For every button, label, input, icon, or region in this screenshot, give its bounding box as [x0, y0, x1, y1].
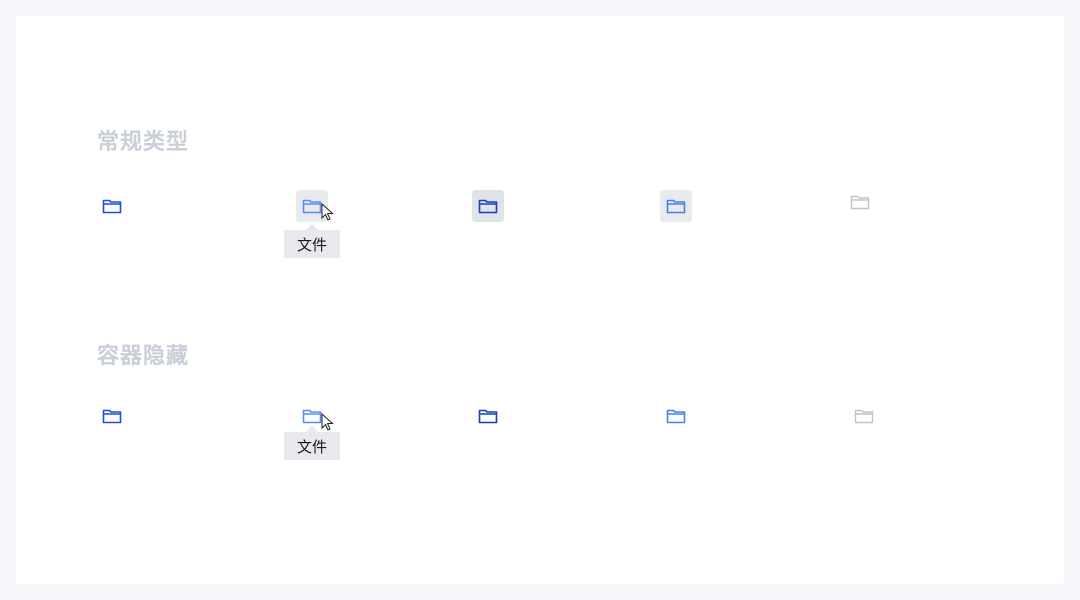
folder-icon-button-default[interactable] — [96, 190, 128, 222]
folder-icon — [478, 199, 498, 214]
folder-icon-button-active-2[interactable] — [472, 400, 504, 432]
folder-icon — [102, 409, 122, 424]
folder-icon — [478, 409, 498, 424]
tooltip-label: 文件 — [296, 235, 327, 254]
tooltip: 文件 — [284, 224, 340, 258]
folder-icon — [302, 199, 322, 214]
folder-icon — [102, 199, 122, 214]
folder-icon-button-disabled-2 — [848, 400, 880, 432]
folder-icon — [850, 195, 870, 210]
tooltip-label: 文件 — [296, 437, 327, 456]
section-title-normal: 常规类型 — [97, 130, 190, 155]
canvas: 常规类型 文件 容器隐藏 文件 — [16, 16, 1064, 584]
folder-icon — [302, 409, 322, 424]
folder-icon-button-default-2[interactable] — [96, 400, 128, 432]
folder-icon — [666, 199, 686, 214]
tooltip: 文件 — [284, 426, 340, 460]
folder-icon-button-focus[interactable] — [660, 190, 692, 222]
mouse-cursor-icon — [321, 413, 334, 431]
mouse-cursor-icon — [321, 203, 334, 221]
folder-icon-button-focus-2[interactable] — [660, 400, 692, 432]
folder-icon-button-disabled — [844, 186, 876, 218]
folder-icon — [666, 409, 686, 424]
section-title-hidden-container: 容器隐藏 — [97, 344, 190, 369]
folder-icon — [854, 409, 874, 424]
folder-icon-button-active[interactable] — [472, 190, 504, 222]
